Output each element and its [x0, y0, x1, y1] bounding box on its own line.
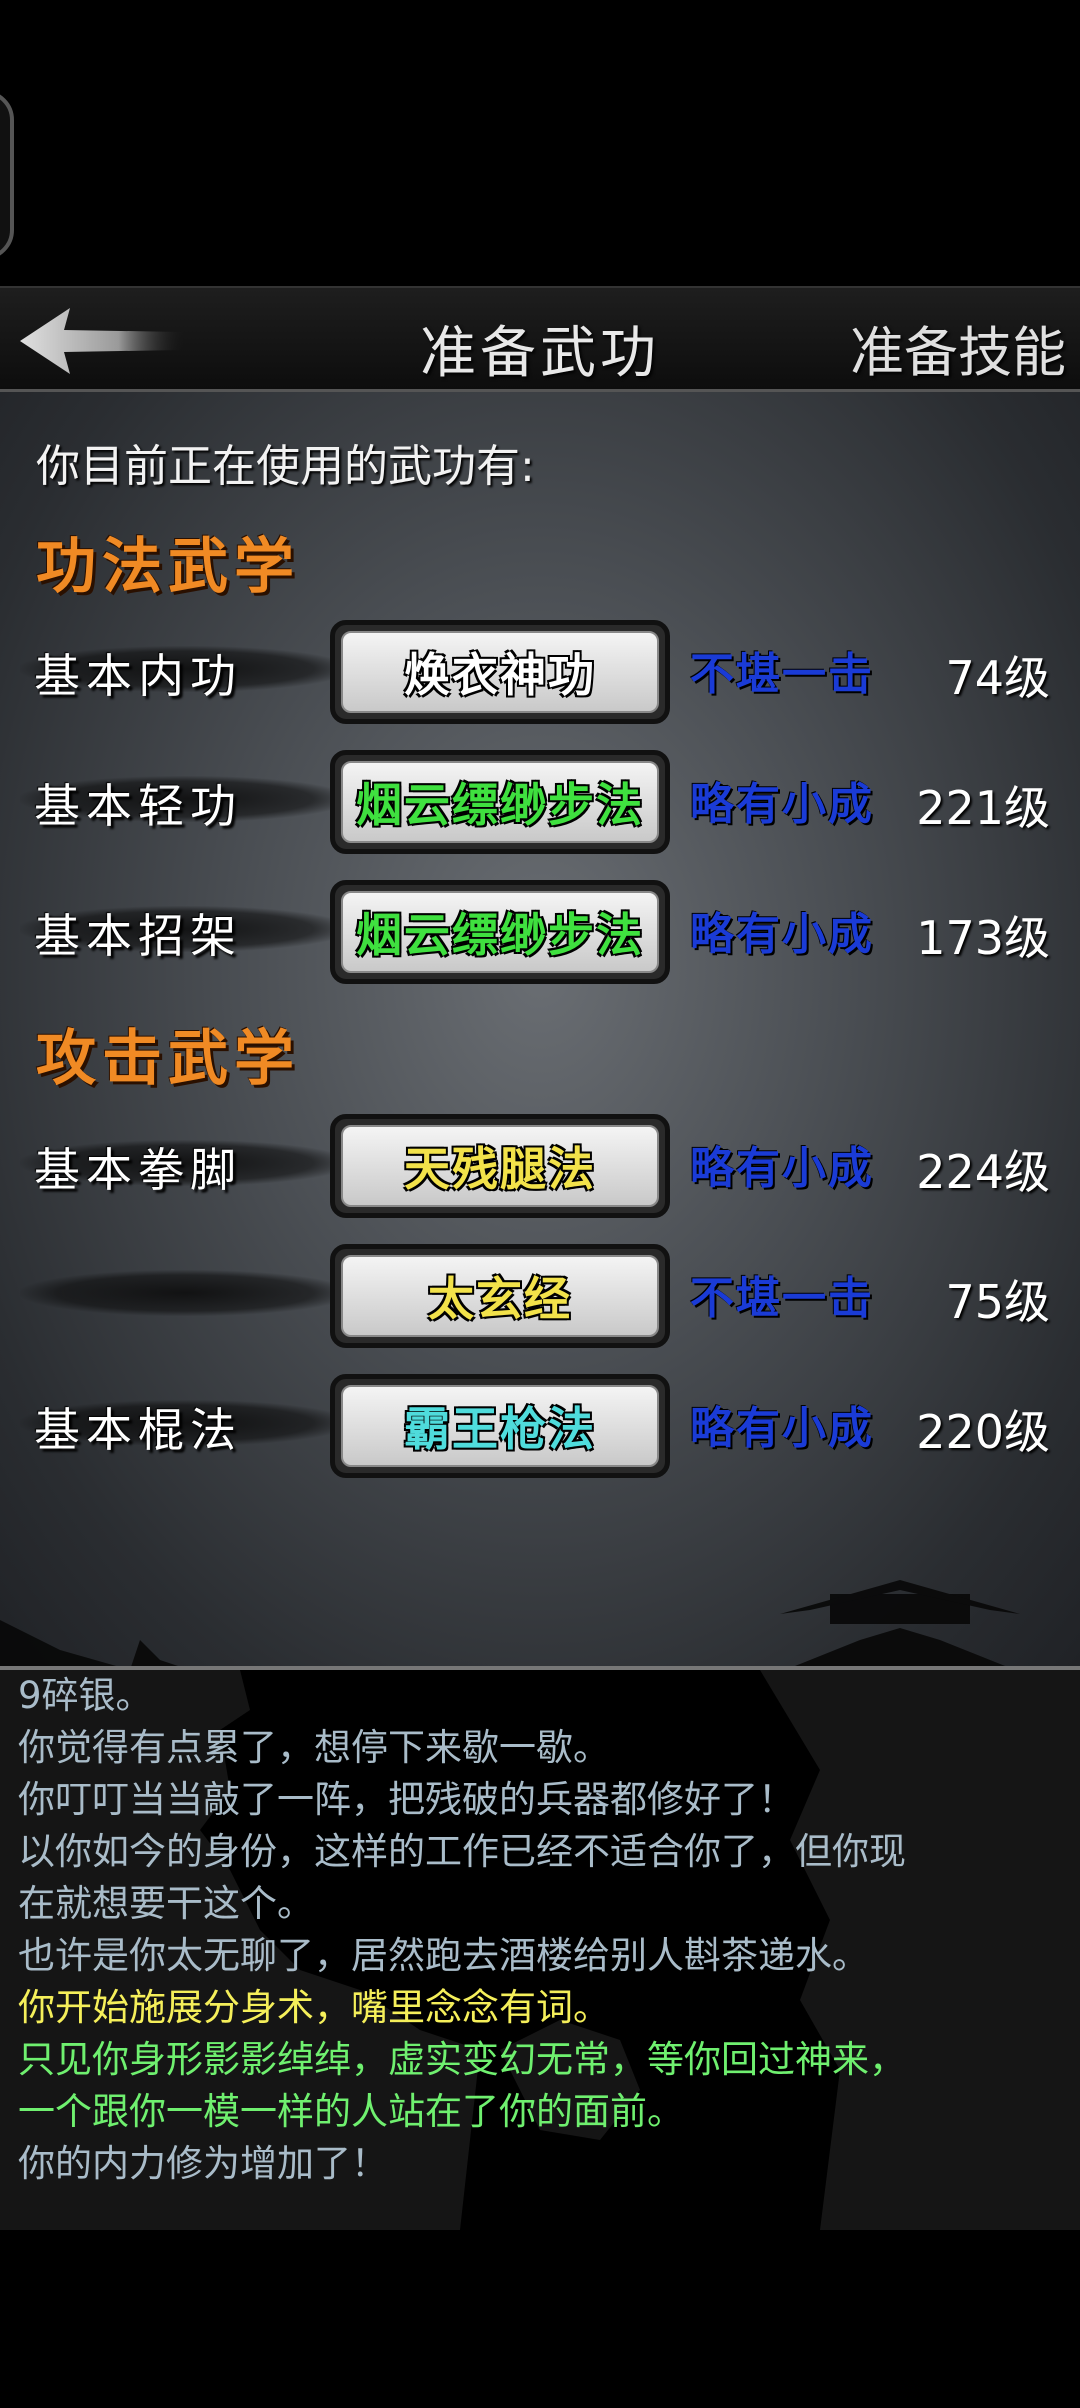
- skill-name: 焕衣神功: [341, 631, 659, 713]
- skill-level: 不堪一击: [690, 1273, 874, 1324]
- skill-button[interactable]: 烟云缥缈步法: [330, 880, 670, 984]
- skill-level: 略有小成: [690, 1403, 874, 1454]
- skill-name: 烟云缥缈步法: [341, 891, 659, 973]
- skill-row: 太玄经 不堪一击 75级: [0, 1240, 1080, 1348]
- skill-name: 天残腿法: [341, 1125, 659, 1207]
- brush-stroke: [20, 1270, 350, 1316]
- side-drawer-handle[interactable]: [0, 90, 14, 260]
- slot-label: 基本轻功: [34, 779, 242, 833]
- status-bar-area: [0, 0, 1080, 286]
- log-line: 你叮叮当当敲了一阵，把残破的兵器都修好了！: [18, 1778, 795, 1821]
- log-line: 也许是你太无聊了，居然跑去酒楼给别人斟茶递水。: [18, 1934, 869, 1977]
- log-line: 你开始施展分身术，嘴里念念有词。: [18, 1986, 610, 2029]
- skill-level: 略有小成: [690, 909, 874, 960]
- prepare-skill-tab[interactable]: 准备技能: [850, 308, 1066, 387]
- skill-rank: 173级: [916, 911, 1050, 965]
- skill-row: 基本轻功 烟云缥缈步法 略有小成 221级: [0, 746, 1080, 854]
- slot-label: 基本招架: [34, 909, 242, 963]
- skill-name: 太玄经: [341, 1255, 659, 1337]
- skill-button[interactable]: 烟云缥缈步法: [330, 750, 670, 854]
- skill-name: 烟云缥缈步法: [341, 761, 659, 843]
- skill-row: 基本拳脚 天残腿法 略有小成 224级: [0, 1110, 1080, 1218]
- skill-level: 不堪一击: [690, 649, 874, 700]
- skill-row: 基本招架 烟云缥缈步法 略有小成 173级: [0, 876, 1080, 984]
- slot-label: 基本棍法: [34, 1403, 242, 1457]
- skill-level: 略有小成: [690, 779, 874, 830]
- log-line: 你觉得有点累了，想停下来歇一歇。: [18, 1726, 610, 1769]
- log-lines: 9碎银。 你觉得有点累了，想停下来歇一歇。 你叮叮当当敲了一阵，把残破的兵器都修…: [18, 1670, 1068, 2190]
- skill-name: 霸王枪法: [341, 1385, 659, 1467]
- header-bar: 准备武功 准备技能: [0, 286, 1080, 392]
- message-log[interactable]: 9碎银。 你觉得有点累了，想停下来歇一歇。 你叮叮当当敲了一阵，把残破的兵器都修…: [0, 1670, 1080, 2408]
- skill-row: 基本棍法 霸王枪法 略有小成 220级: [0, 1370, 1080, 1478]
- slot-label: 基本内功: [34, 649, 242, 703]
- skill-button[interactable]: 霸王枪法: [330, 1374, 670, 1478]
- skill-row: 基本内功 焕衣神功 不堪一击 74级: [0, 616, 1080, 724]
- skill-rank: 220级: [916, 1405, 1050, 1459]
- skill-rank: 224级: [916, 1145, 1050, 1199]
- section-title-attack: 攻击武学: [36, 1024, 300, 1094]
- skill-button[interactable]: 太玄经: [330, 1244, 670, 1348]
- log-line: 一个跟你一模一样的人站在了你的面前。: [18, 2090, 684, 2133]
- skill-button[interactable]: 天残腿法: [330, 1114, 670, 1218]
- log-line: 只见你身形影影绰绰，虚实变幻无常，等你回过神来，: [18, 2038, 906, 2081]
- skill-rank: 74级: [945, 651, 1050, 705]
- skill-level: 略有小成: [690, 1143, 874, 1194]
- log-line: 9碎银。: [18, 1674, 153, 1717]
- log-line: 以你如今的身份，这样的工作已经不适合你了，但你现: [18, 1830, 906, 1873]
- skill-button[interactable]: 焕衣神功: [330, 620, 670, 724]
- slot-label: 基本拳脚: [34, 1143, 242, 1197]
- section-title-internal: 功法武学: [36, 532, 300, 602]
- log-line: 在就想要干这个。: [18, 1882, 314, 1925]
- skill-rank: 221级: [916, 781, 1050, 835]
- log-line: 你的内力修为增加了！: [18, 2142, 388, 2185]
- skill-rank: 75级: [945, 1275, 1050, 1329]
- intro-text: 你目前正在使用的武功有:: [36, 441, 535, 492]
